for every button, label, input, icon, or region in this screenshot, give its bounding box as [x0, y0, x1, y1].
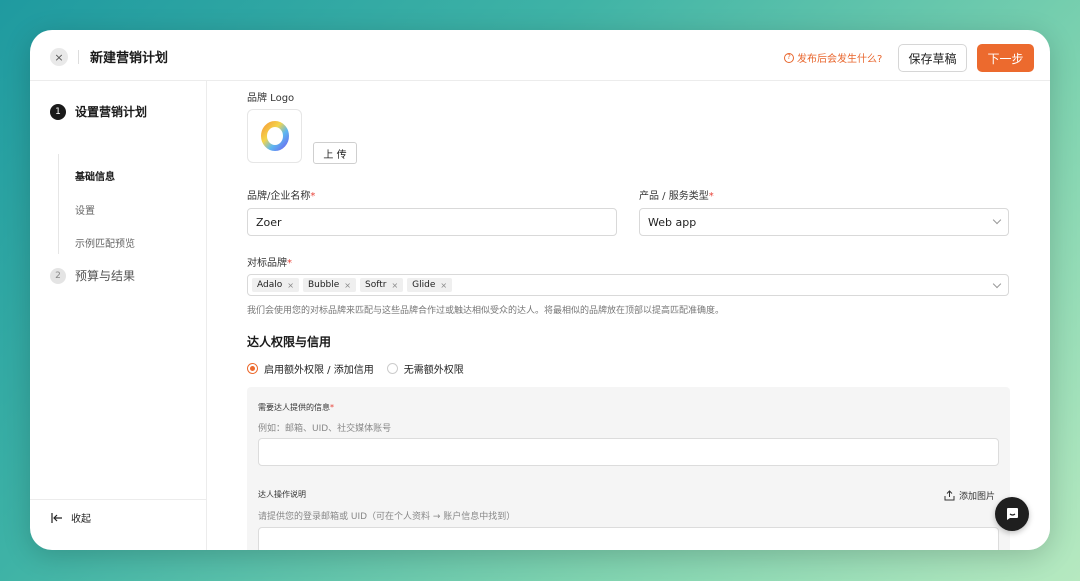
collapse-button[interactable]: 收起 — [51, 510, 91, 525]
header: × 新建营销计划 ? 发布后会发生什么? 保存草稿 下一步 — [30, 30, 1050, 81]
next-button[interactable]: 下一步 — [977, 44, 1034, 72]
add-image-button[interactable]: 添加图片 — [944, 489, 995, 502]
close-icon: × — [54, 50, 64, 64]
help-link[interactable]: ? 发布后会发生什么? — [784, 50, 882, 65]
permission-radio-group: 启用额外权限 / 添加信用 无需额外权限 — [247, 361, 464, 376]
section-title: 达人权限与信用 — [247, 335, 332, 349]
sidebar-item-basic-info[interactable]: 基础信息 — [75, 168, 115, 183]
product-type-value: Web app — [648, 215, 697, 229]
collapse-label: 收起 — [71, 514, 91, 525]
step-1-label: 设置营销计划 — [75, 105, 148, 119]
radio-no-label: 无需额外权限 — [403, 365, 464, 376]
competitor-tag: Softr × — [359, 278, 404, 292]
competitor-tag-label: Adalo — [257, 280, 283, 290]
competitor-tag: Adalo × — [252, 278, 299, 292]
chat-icon — [1007, 508, 1018, 520]
step-1[interactable]: 1 设置营销计划 — [50, 103, 147, 120]
form-panel: 品牌 Logo 上 传 品牌/企业名称* Zoer 产品 / 服务类型* Web… — [229, 81, 1029, 550]
page-title: 新建营销计划 — [90, 51, 169, 66]
sidebar-footer: 收起 — [30, 499, 206, 550]
logo-label: 品牌 Logo — [247, 93, 295, 104]
remove-tag-icon[interactable]: × — [391, 281, 398, 290]
substep-line — [58, 154, 59, 254]
required-info-hint: 例如：邮箱、UID、社交媒体账号 — [258, 424, 392, 434]
radio-enable-label: 启用额外权限 / 添加信用 — [264, 365, 374, 376]
upload-icon — [944, 490, 955, 501]
required-info-label-text: 需要达人提供的信息 — [258, 403, 330, 412]
sidebar-item-match-preview[interactable]: 示例匹配预览 — [75, 235, 135, 250]
brand-name-label: 品牌/企业名称* — [247, 191, 316, 202]
brand-name-input[interactable]: Zoer — [247, 208, 617, 236]
chevron-down-icon — [992, 215, 1002, 225]
remove-tag-icon[interactable]: × — [440, 281, 447, 290]
product-type-label-text: 产品 / 服务类型 — [639, 191, 709, 202]
competitors-label-text: 对标品牌 — [247, 258, 287, 269]
instructions-textarea[interactable] — [258, 527, 999, 550]
sidebar-item-settings[interactable]: 设置 — [75, 202, 95, 217]
step-2[interactable]: 2 预算与结果 — [50, 267, 135, 284]
competitors-label: 对标品牌* — [247, 258, 292, 269]
competitor-tag-label: Softr — [364, 280, 387, 290]
question-icon: ? — [784, 52, 794, 63]
header-divider — [78, 50, 79, 64]
sidebar: 1 设置营销计划 基础信息 设置 示例匹配预览 2 预算与结果 收起 — [30, 81, 207, 550]
radio-no-permissions[interactable] — [386, 363, 398, 374]
required-info-input[interactable] — [258, 438, 999, 466]
competitor-tag: Bubble × — [302, 278, 356, 292]
product-type-label: 产品 / 服务类型* — [639, 191, 714, 202]
chevron-down-icon — [992, 279, 1002, 289]
chat-button[interactable] — [995, 497, 1029, 531]
main-content: 品牌 Logo 上 传 品牌/企业名称* Zoer 产品 / 服务类型* Web… — [207, 81, 1050, 550]
collapse-left-icon — [51, 512, 62, 523]
competitor-tag: Glide × — [407, 278, 453, 292]
competitor-tag-label: Bubble — [307, 280, 340, 290]
save-draft-button[interactable]: 保存草稿 — [898, 44, 967, 72]
radio-enable-permissions[interactable] — [247, 363, 258, 374]
remove-tag-icon[interactable]: × — [287, 281, 294, 290]
help-link-label: 发布后会发生什么? — [797, 54, 883, 65]
permission-details-box: 需要达人提供的信息* 例如：邮箱、UID、社交媒体账号 达人操作说明 添加图片 … — [247, 387, 1010, 550]
dialog-window: × 新建营销计划 ? 发布后会发生什么? 保存草稿 下一步 1 设置营销计划 基… — [30, 30, 1050, 550]
brand-logo[interactable] — [247, 109, 302, 163]
competitors-multiselect[interactable]: Adalo × Bubble × Softr × Glide × — [247, 274, 1009, 296]
add-image-label: 添加图片 — [959, 492, 996, 502]
upload-button[interactable]: 上 传 — [313, 142, 357, 164]
step-2-label: 预算与结果 — [75, 269, 136, 283]
step-2-number: 2 — [50, 267, 66, 284]
competitors-help-text: 我们会使用您的对标品牌来匹配与这些品牌合作过或触达相似受众的达人。将最相似的品牌… — [247, 306, 725, 316]
required-info-label: 需要达人提供的信息* — [258, 403, 334, 412]
brand-logo-image — [260, 121, 289, 151]
instructions-label: 达人操作说明 — [258, 490, 306, 499]
step-1-number: 1 — [50, 103, 66, 120]
brand-name-label-text: 品牌/企业名称 — [247, 191, 311, 202]
competitor-tag-label: Glide — [412, 280, 436, 290]
instructions-hint: 请提供您的登录邮箱或 UID（可在个人资料 → 账户信息中找到） — [258, 512, 516, 522]
remove-tag-icon[interactable]: × — [344, 281, 351, 290]
close-button[interactable]: × — [50, 48, 68, 66]
product-type-select[interactable]: Web app — [639, 208, 1009, 236]
